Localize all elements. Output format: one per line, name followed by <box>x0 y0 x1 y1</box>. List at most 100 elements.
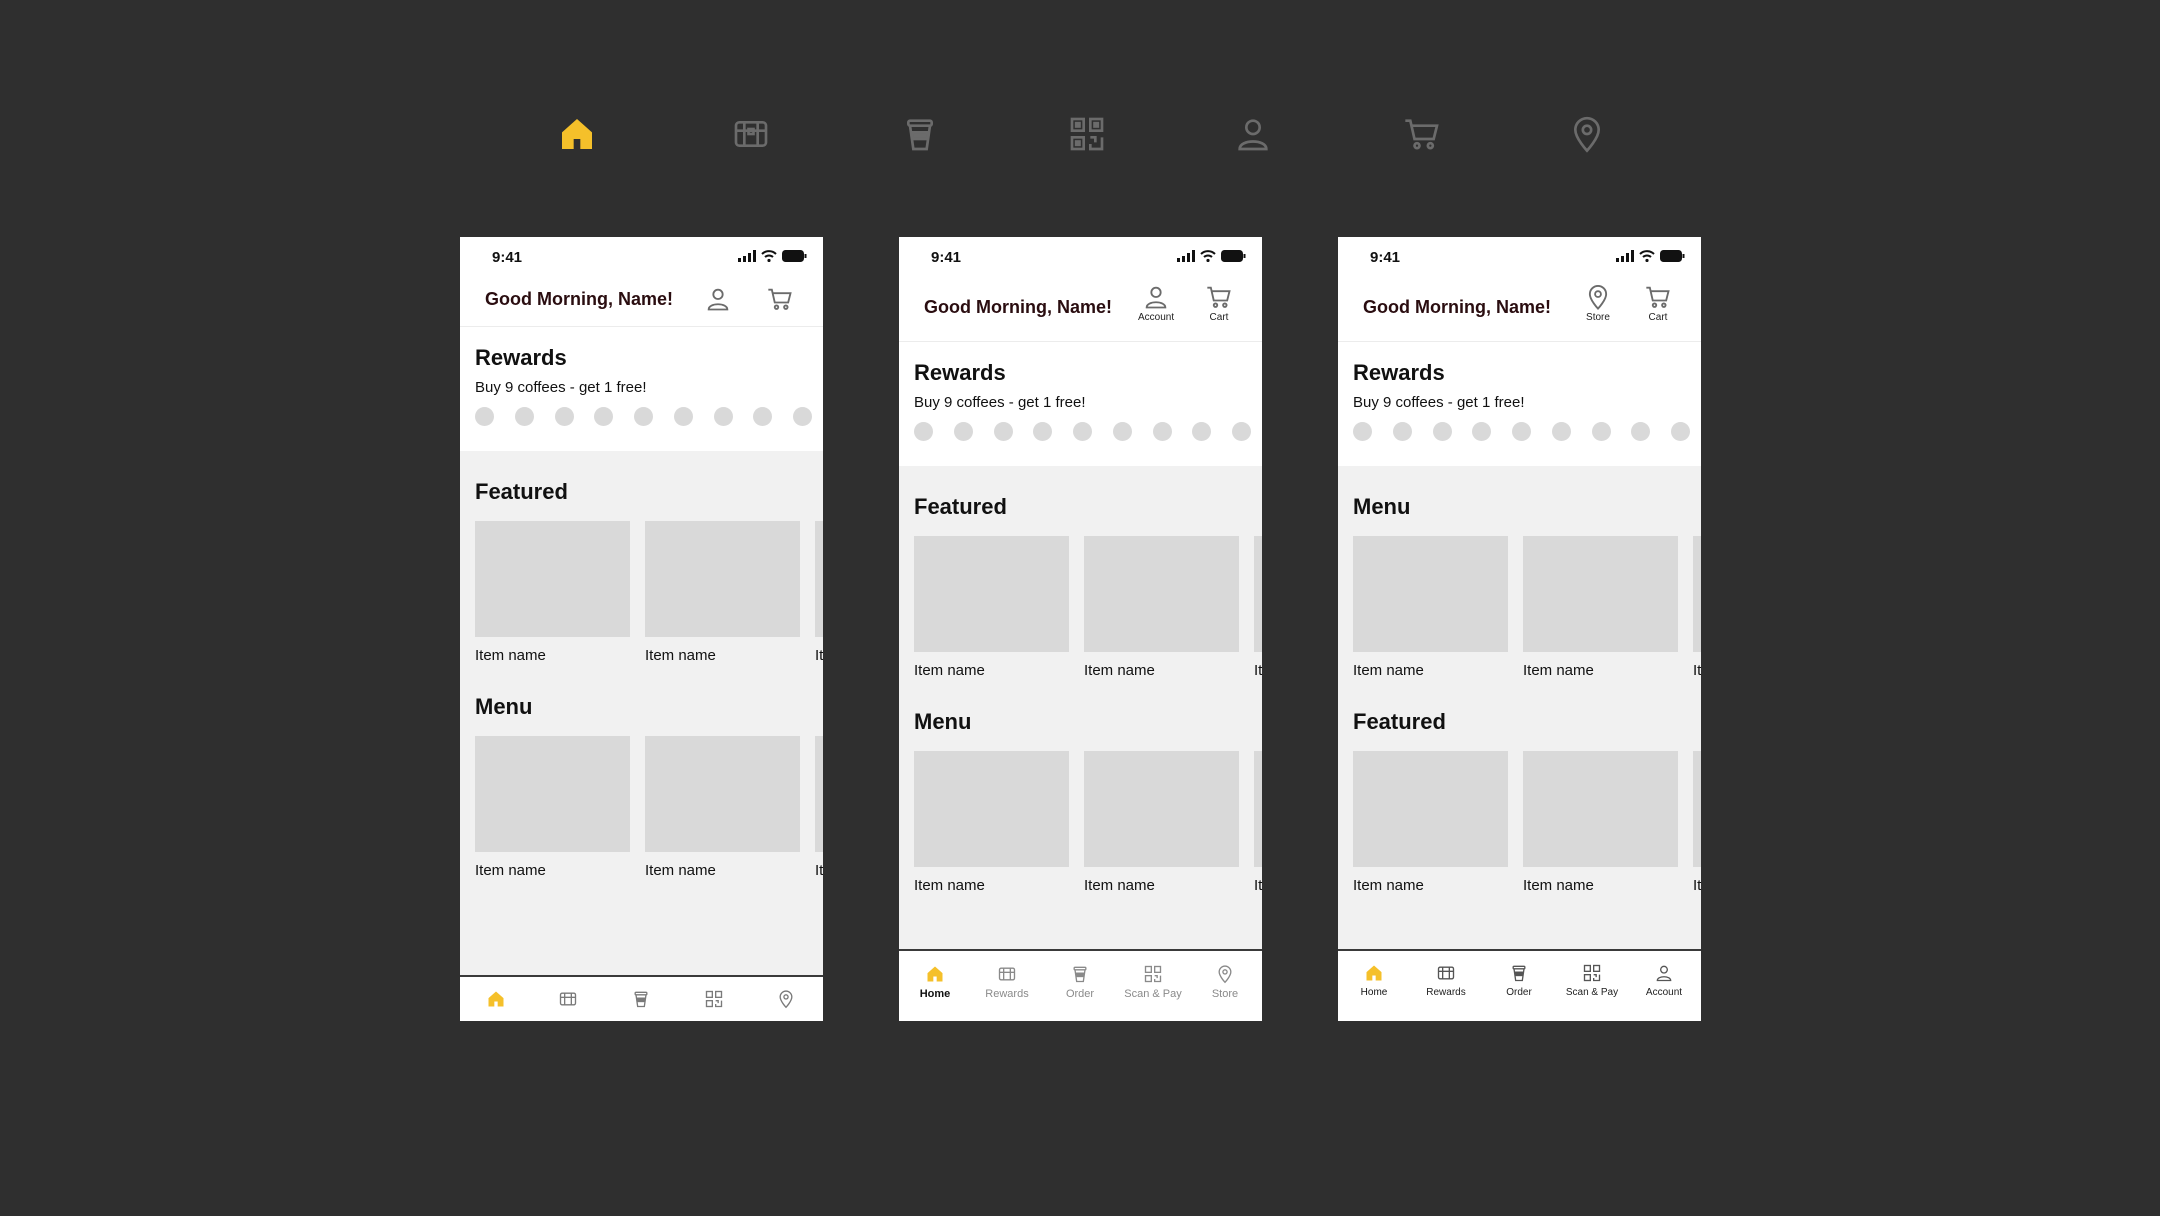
item-image[interactable] <box>1254 751 1262 867</box>
account-button[interactable] <box>704 285 732 313</box>
item-name: Item name <box>1523 877 1594 894</box>
app-header: Good Morning, Name! Account Cart <box>899 277 1262 342</box>
rewards-card[interactable]: Rewards Buy 9 coffees - get 1 free! <box>1338 342 1701 466</box>
store-label: Store <box>1586 312 1610 323</box>
tab-label: Scan & Pay <box>1124 988 1182 1000</box>
signal-icon <box>738 250 756 262</box>
item-image[interactable] <box>1084 751 1239 867</box>
home-icon <box>1366 965 1382 981</box>
reward-stamp <box>514 407 534 426</box>
item-image[interactable] <box>815 736 823 852</box>
reward-stamp <box>634 407 653 426</box>
item-image[interactable] <box>1693 536 1701 652</box>
tab-store[interactable] <box>750 977 822 1021</box>
section-title: Featured <box>914 494 1007 519</box>
cart-button[interactable]: Cart <box>1205 283 1233 323</box>
rewards-subtitle: Buy 9 coffees - get 1 free! <box>475 379 647 396</box>
rewards-title: Rewards <box>914 360 1006 385</box>
item-image[interactable] <box>1353 536 1508 652</box>
coffee-cup-icon <box>1512 965 1526 982</box>
reward-stamp <box>1631 422 1651 441</box>
reward-stamp <box>673 407 693 426</box>
item-image[interactable] <box>645 521 800 637</box>
status-time: 9:41 <box>931 249 962 266</box>
tab-order[interactable]: Order <box>1044 951 1116 1021</box>
item-image[interactable] <box>914 536 1069 652</box>
rewards-title: Rewards <box>475 345 567 370</box>
signal-icon <box>1616 250 1634 262</box>
item-image[interactable] <box>645 736 800 852</box>
item-image[interactable] <box>1693 751 1701 867</box>
tab-label: Scan & Pay <box>1565 987 1619 998</box>
tab-label: Rewards <box>1426 987 1466 998</box>
bottom-tab-bar <box>460 975 823 1021</box>
cart-icon <box>1646 286 1670 308</box>
reward-stamp <box>914 422 933 441</box>
reward-stamp <box>1073 422 1092 441</box>
section-title: Menu <box>1353 494 1411 519</box>
cart-button[interactable]: Cart <box>1644 283 1672 323</box>
tab-home[interactable]: Home <box>899 951 971 1021</box>
tab-home[interactable]: Home <box>1338 951 1410 1021</box>
section-title: Featured <box>1353 709 1446 734</box>
tab-scan-pay[interactable]: Scan & Pay <box>1117 951 1189 1021</box>
item-name: Item name <box>1084 877 1155 894</box>
coffee-cup-icon <box>900 114 940 154</box>
tab-label: Order <box>1506 987 1532 998</box>
tab-label: Order <box>1065 988 1095 1000</box>
reward-stamps <box>914 422 1251 441</box>
item-name: Item name <box>914 877 985 894</box>
item-image[interactable] <box>475 521 630 637</box>
account-icon <box>1145 286 1167 309</box>
tab-store[interactable]: Store <box>1189 951 1261 1021</box>
item-image[interactable] <box>1353 751 1508 867</box>
tab-scan-pay[interactable] <box>678 977 750 1021</box>
reward-stamp <box>594 407 614 426</box>
tab-label: Account <box>1645 987 1683 998</box>
item-image[interactable] <box>914 751 1069 867</box>
reward-stamps <box>1353 422 1690 441</box>
tab-label: Home <box>1360 987 1388 998</box>
rewards-card[interactable]: Rewards Buy 9 coffees - get 1 free! <box>899 342 1262 466</box>
tab-rewards[interactable]: Rewards <box>1410 951 1482 1021</box>
section-title: Featured <box>475 479 568 504</box>
item-image[interactable] <box>1254 536 1262 652</box>
tab-home[interactable] <box>460 977 532 1021</box>
item-image[interactable] <box>1084 536 1239 652</box>
item-name: Item name <box>1084 662 1155 679</box>
reward-stamp <box>713 407 733 426</box>
item-name: Item name <box>1353 877 1424 894</box>
reward-stamp <box>1192 422 1212 441</box>
item-image[interactable] <box>1523 751 1678 867</box>
rewards-subtitle: Buy 9 coffees - get 1 free! <box>1353 394 1525 411</box>
item-name: Item name <box>645 862 716 879</box>
reward-stamp <box>993 422 1013 441</box>
tab-account[interactable]: Account <box>1628 951 1700 1021</box>
item-name: Item name <box>645 647 716 664</box>
qr-code-icon <box>1144 965 1162 983</box>
item-image[interactable] <box>475 736 630 852</box>
item-image[interactable] <box>815 521 823 637</box>
tab-rewards[interactable]: Rewards <box>971 951 1043 1021</box>
tab-rewards[interactable] <box>532 977 604 1021</box>
coffee-cup-icon <box>1073 966 1087 983</box>
rewards-chest-icon <box>559 992 577 1006</box>
tab-order[interactable]: Order <box>1483 951 1555 1021</box>
reward-stamp <box>793 407 812 426</box>
item-image[interactable] <box>1523 536 1678 652</box>
tab-scan-pay[interactable]: Scan & Pay <box>1556 951 1628 1021</box>
store-location-icon <box>1567 114 1607 154</box>
store-button[interactable]: Store <box>1584 283 1612 323</box>
rewards-card[interactable]: Rewards Buy 9 coffees - get 1 free! <box>460 327 823 451</box>
wifi-icon <box>1200 250 1216 262</box>
cart-button[interactable] <box>766 285 794 313</box>
reward-stamp <box>1671 422 1690 441</box>
cart-icon <box>1402 114 1442 154</box>
app-header: Good Morning, Name! Store Cart <box>1338 277 1701 342</box>
battery-icon <box>1660 250 1685 262</box>
account-button[interactable]: Account <box>1138 283 1174 323</box>
tab-order[interactable] <box>605 977 677 1021</box>
rewards-subtitle: Buy 9 coffees - get 1 free! <box>914 394 1086 411</box>
item-name: Item name <box>1353 662 1424 679</box>
item-name: Item name <box>475 647 546 664</box>
